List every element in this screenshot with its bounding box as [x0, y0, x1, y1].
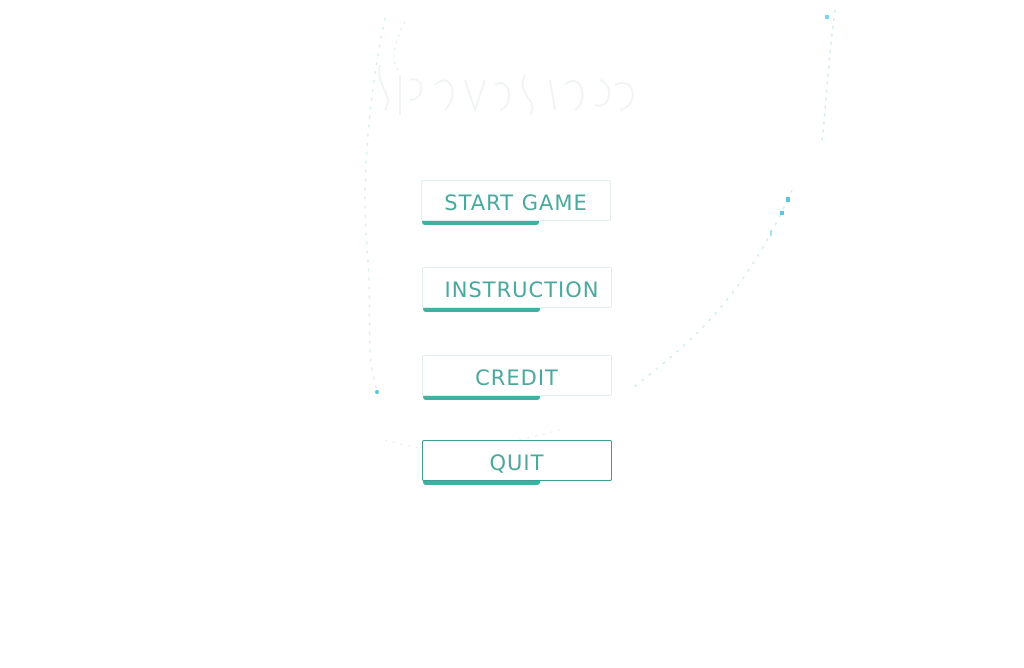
start-game-button[interactable]: START GAME — [421, 180, 611, 225]
quit-label: QUIT — [489, 451, 545, 475]
start-game-label: START GAME — [444, 191, 588, 215]
quit-underline — [423, 481, 540, 485]
credit-label: CREDIT — [475, 366, 559, 390]
credit-button[interactable]: CREDIT — [422, 355, 612, 400]
game-logo — [378, 64, 634, 116]
start-game-underline — [422, 221, 539, 225]
credit-underline — [423, 396, 540, 400]
instruction-underline — [423, 308, 540, 312]
quit-button[interactable]: QUIT — [422, 440, 612, 485]
instruction-button[interactable]: INSTRUCTION — [422, 267, 612, 312]
instruction-label: INSTRUCTION — [444, 278, 600, 302]
main-menu-screen: START GAME INSTRUCTION CREDIT QUIT — [0, 0, 1024, 668]
